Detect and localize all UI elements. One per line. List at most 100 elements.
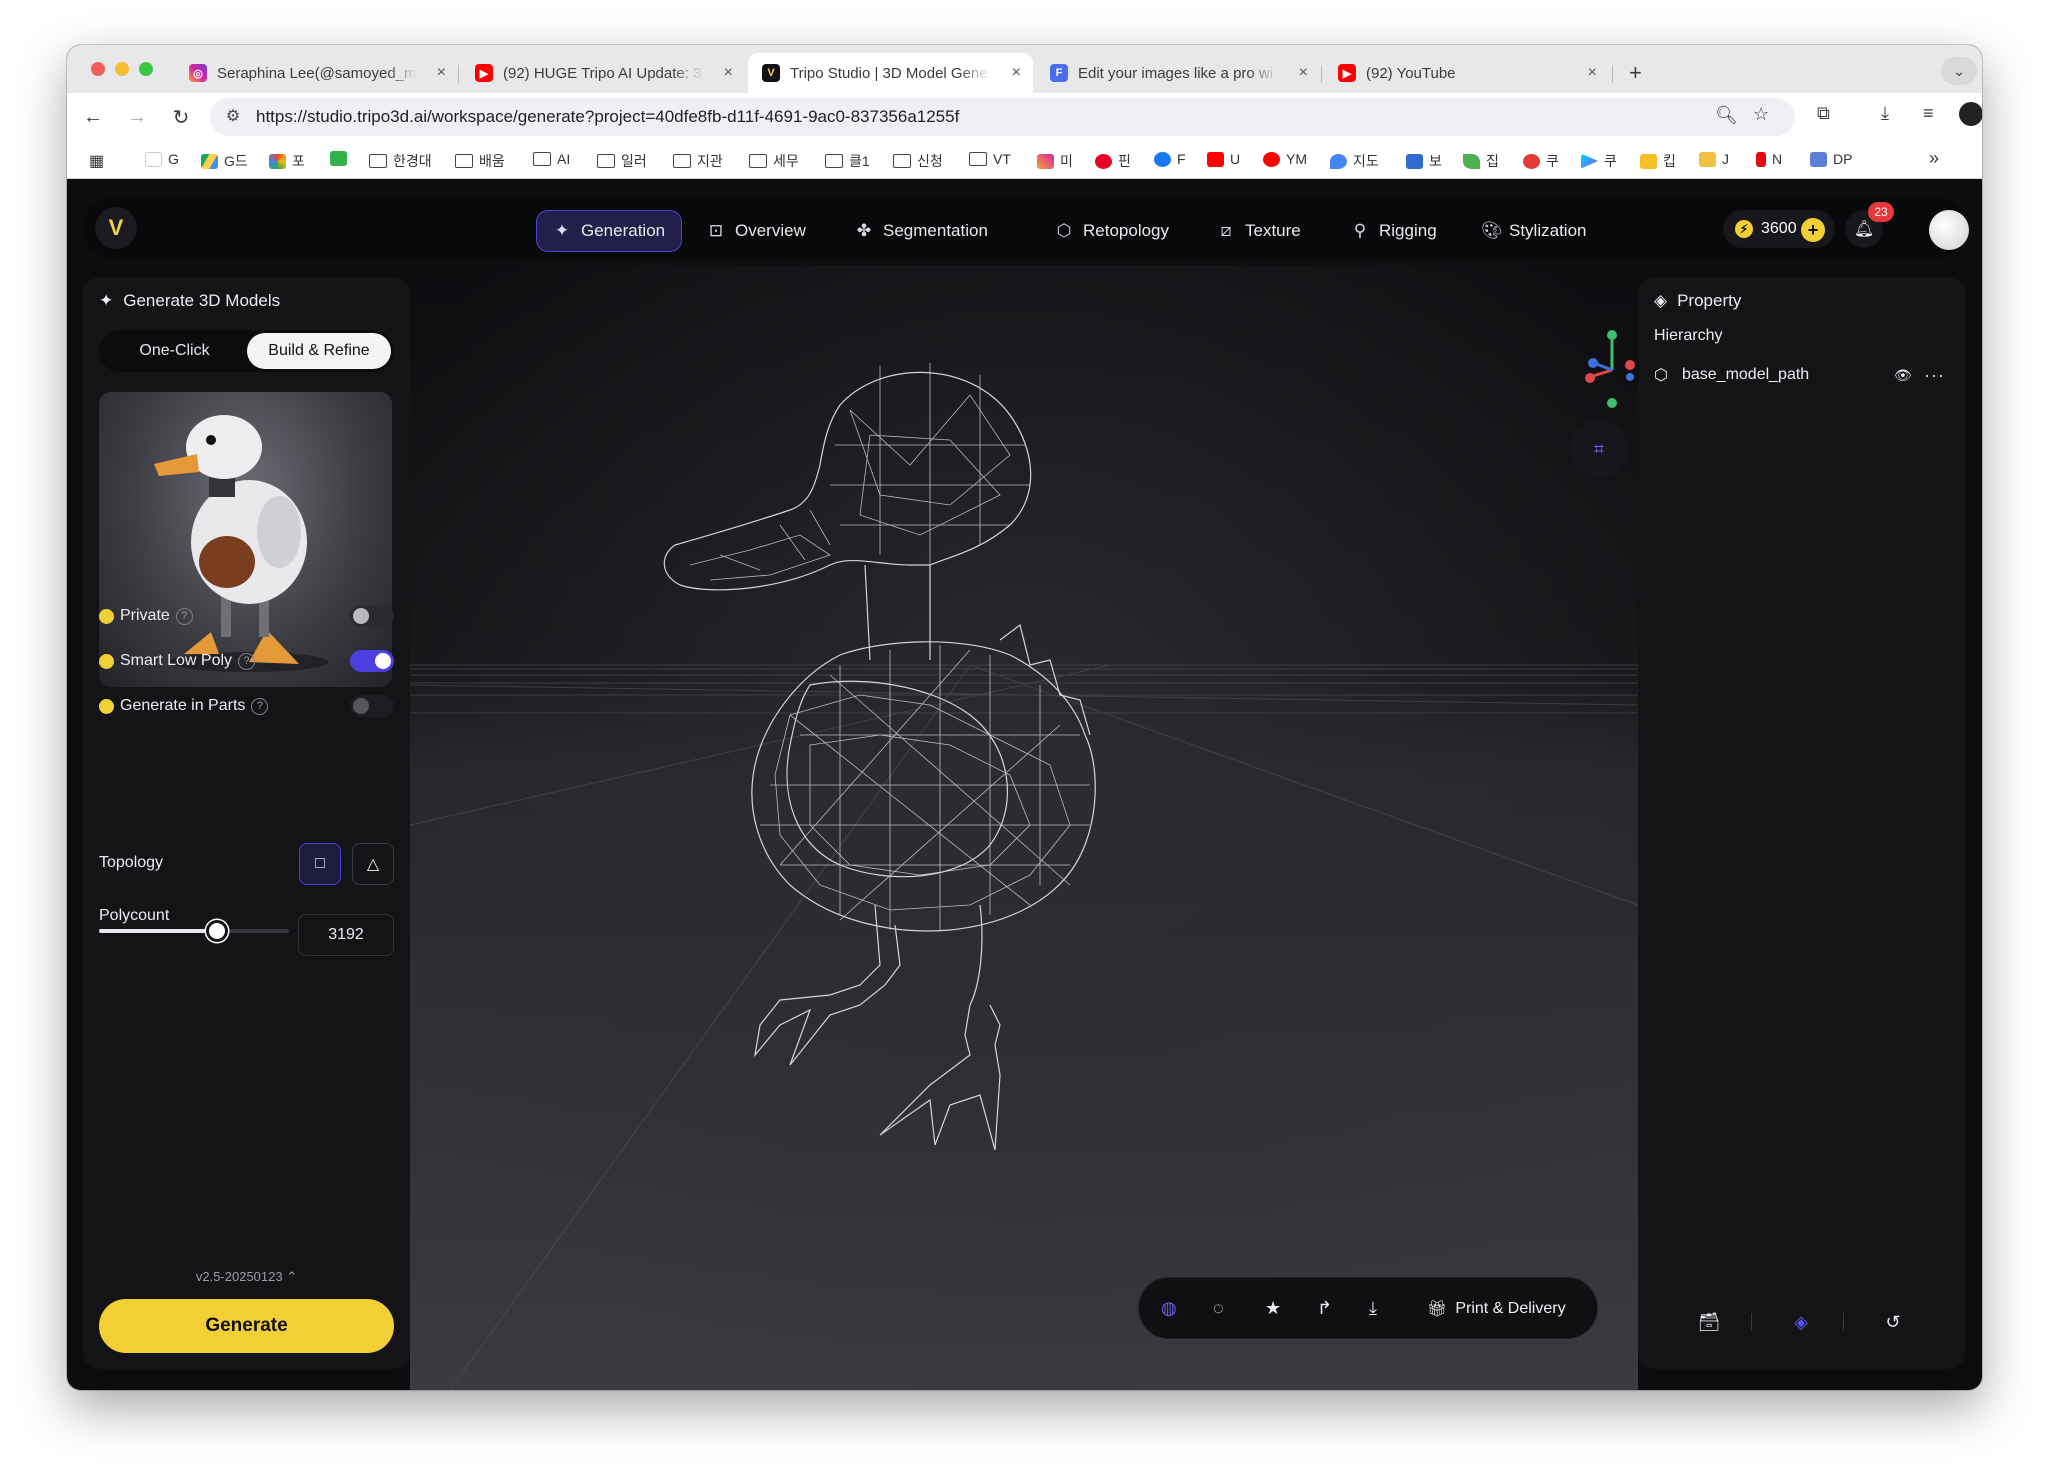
reference-image[interactable]: [99, 392, 392, 687]
close-window-button[interactable]: [91, 62, 105, 76]
share-icon[interactable]: ↱: [1317, 1298, 1332, 1319]
close-icon[interactable]: ×: [1576, 64, 1597, 82]
site-settings-icon[interactable]: ⚙: [222, 106, 244, 128]
3d-viewport[interactable]: ⌗ ◍ ◌ ★ ↱ ⤓ 🎁︎ Print & Delivery: [410, 265, 1638, 1390]
credits-display[interactable]: ⚡︎ 3600 +: [1723, 210, 1835, 248]
profile-avatar[interactable]: [1959, 102, 1982, 126]
bookmark-bo[interactable]: 보: [1406, 151, 1442, 171]
private-toggle[interactable]: [350, 605, 394, 627]
bookmark-netflix[interactable]: N: [1756, 151, 1782, 167]
bookmark-folder[interactable]: 신청: [893, 151, 943, 171]
download-icon[interactable]: ⤓: [1881, 103, 1889, 124]
zoom-window-button[interactable]: [139, 62, 153, 76]
download-icon[interactable]: ⤓: [1369, 1298, 1377, 1319]
bookmark-folder[interactable]: 세무: [749, 151, 799, 171]
eye-icon[interactable]: 👁︎: [1894, 367, 1912, 384]
slider-handle[interactable]: [205, 920, 228, 942]
smart-low-poly-toggle[interactable]: [350, 650, 394, 672]
topology-quad-button[interactable]: □: [299, 843, 341, 885]
bookmark-pinterest[interactable]: 핀: [1095, 151, 1131, 171]
bookmark-g[interactable]: G: [145, 151, 179, 167]
address-bar[interactable]: ⚙ https://studio.tripo3d.ai/workspace/ge…: [210, 98, 1795, 136]
history-icon[interactable]: ↺: [1878, 1307, 1908, 1337]
bookmark-instagram[interactable]: 미: [1037, 151, 1073, 171]
viewport-settings-button[interactable]: ⌗: [1570, 420, 1628, 478]
bookmark-folder[interactable]: VT: [969, 151, 1011, 167]
tab-rigging[interactable]: ⚲ Rigging: [1335, 210, 1453, 252]
zoom-icon[interactable]: 🔍︎: [1715, 105, 1738, 126]
mode-build-refine[interactable]: Build & Refine: [247, 333, 391, 369]
bookmark-folder[interactable]: 클1: [825, 151, 870, 171]
reload-icon[interactable]: ↻: [165, 101, 197, 133]
back-arrow-icon[interactable]: ←: [77, 101, 109, 133]
bookmark-facebook[interactable]: F: [1154, 151, 1186, 167]
new-tab-button[interactable]: +: [1615, 53, 1655, 93]
bookmark-home[interactable]: 집: [1463, 151, 1499, 171]
bookmark-dp[interactable]: DP: [1810, 151, 1852, 167]
option-label: Private: [120, 607, 170, 624]
layers-icon[interactable]: ◈: [1786, 1307, 1816, 1337]
browser-tab[interactable]: ▶ (92) YouTube ×: [1324, 53, 1609, 93]
bookmark-folder[interactable]: 한경대: [369, 151, 432, 171]
bookmark-j[interactable]: J: [1699, 151, 1729, 167]
palette-icon: 🎨︎: [1481, 221, 1503, 240]
bookmark-drive[interactable]: G드: [201, 151, 248, 171]
tab-segmentation[interactable]: ✤ Segmentation: [839, 210, 1004, 252]
bookmarks-more-icon[interactable]: »: [1929, 148, 1939, 169]
tab-generation[interactable]: ✦ Generation: [536, 210, 683, 252]
bookmark-label: DP: [1833, 151, 1853, 167]
axis-gizmo[interactable]: [1580, 325, 1640, 415]
bookmark-folder[interactable]: AI: [533, 151, 570, 167]
bookmark-keep[interactable]: 킵: [1640, 151, 1676, 171]
browser-tab-active[interactable]: V Tripo Studio | 3D Model Gene ×: [748, 53, 1033, 93]
bookmark-folder[interactable]: 일러: [597, 151, 647, 171]
avatar[interactable]: [1929, 210, 1969, 250]
polycount-input[interactable]: 3192: [298, 914, 394, 956]
tab-retopology[interactable]: ⬡ Retopology: [1039, 210, 1185, 252]
tab-overview[interactable]: ⊡ Overview: [691, 210, 822, 252]
bookmark-ym[interactable]: YM: [1263, 151, 1307, 167]
browser-tab[interactable]: F Edit your images like a pro wi ×: [1036, 53, 1320, 93]
apps-grid-icon[interactable]: ▦: [89, 151, 104, 171]
forward-arrow-icon[interactable]: →: [121, 101, 153, 133]
bookmark-mail[interactable]: [330, 151, 347, 166]
print-delivery-button[interactable]: 🎁︎ Print & Delivery: [1427, 1299, 1566, 1319]
star-icon[interactable]: ☆: [1753, 104, 1769, 125]
bookmark-coupang[interactable]: 쿠: [1523, 151, 1559, 171]
star-icon[interactable]: ★: [1265, 1298, 1281, 1319]
close-icon[interactable]: ×: [1287, 64, 1308, 82]
tab-texture[interactable]: ⧄ Texture: [1201, 210, 1317, 252]
add-credits-button[interactable]: +: [1801, 218, 1825, 242]
tripo-logo[interactable]: V: [95, 207, 137, 249]
tab-stylization[interactable]: 🎨︎ Stylization: [1465, 210, 1602, 252]
help-icon[interactable]: ?: [238, 652, 256, 670]
help-icon[interactable]: ?: [251, 697, 269, 715]
bookmark-play[interactable]: 쿠: [1581, 151, 1617, 171]
extensions-icon[interactable]: ⧉: [1817, 103, 1830, 124]
close-icon[interactable]: ×: [425, 64, 446, 82]
bookmark-folder[interactable]: 지관: [673, 151, 723, 171]
minimize-window-button[interactable]: [115, 62, 129, 76]
generate-in-parts-toggle[interactable]: [350, 695, 394, 717]
generate-button[interactable]: Generate: [99, 1299, 394, 1353]
hierarchy-item[interactable]: ⬡ base_model_path 👁︎ ···: [1654, 363, 1949, 387]
circle-icon[interactable]: ◌: [1213, 1298, 1224, 1319]
topology-triangle-button[interactable]: △: [352, 843, 394, 885]
mode-one-click[interactable]: One-Click: [102, 333, 247, 369]
version-selector[interactable]: v2.5-20250123 ⌃: [83, 1269, 410, 1285]
wireframe-icon[interactable]: ◍: [1161, 1298, 1177, 1319]
bookmark-folder[interactable]: 배움: [455, 151, 505, 171]
bookmark-youtube[interactable]: U: [1207, 151, 1240, 167]
tab-search-button[interactable]: ⌄: [1941, 57, 1977, 85]
browser-tab[interactable]: ◎ Seraphina Lee(@samoyed_m ×: [175, 53, 458, 93]
bookmark-map[interactable]: 지도: [1330, 151, 1379, 171]
close-icon[interactable]: ×: [712, 64, 733, 82]
archive-icon[interactable]: 🗃︎: [1694, 1307, 1724, 1337]
close-icon[interactable]: ×: [1000, 64, 1021, 82]
more-options-icon[interactable]: ···: [1924, 365, 1945, 386]
help-icon[interactable]: ?: [175, 607, 193, 625]
polycount-slider[interactable]: [99, 920, 289, 942]
bookmark-photos[interactable]: 포: [269, 151, 305, 171]
media-icon[interactable]: ≡: [1923, 103, 1934, 124]
browser-tab[interactable]: ▶ (92) HUGE Tripo AI Update: 3 ×: [461, 53, 745, 93]
